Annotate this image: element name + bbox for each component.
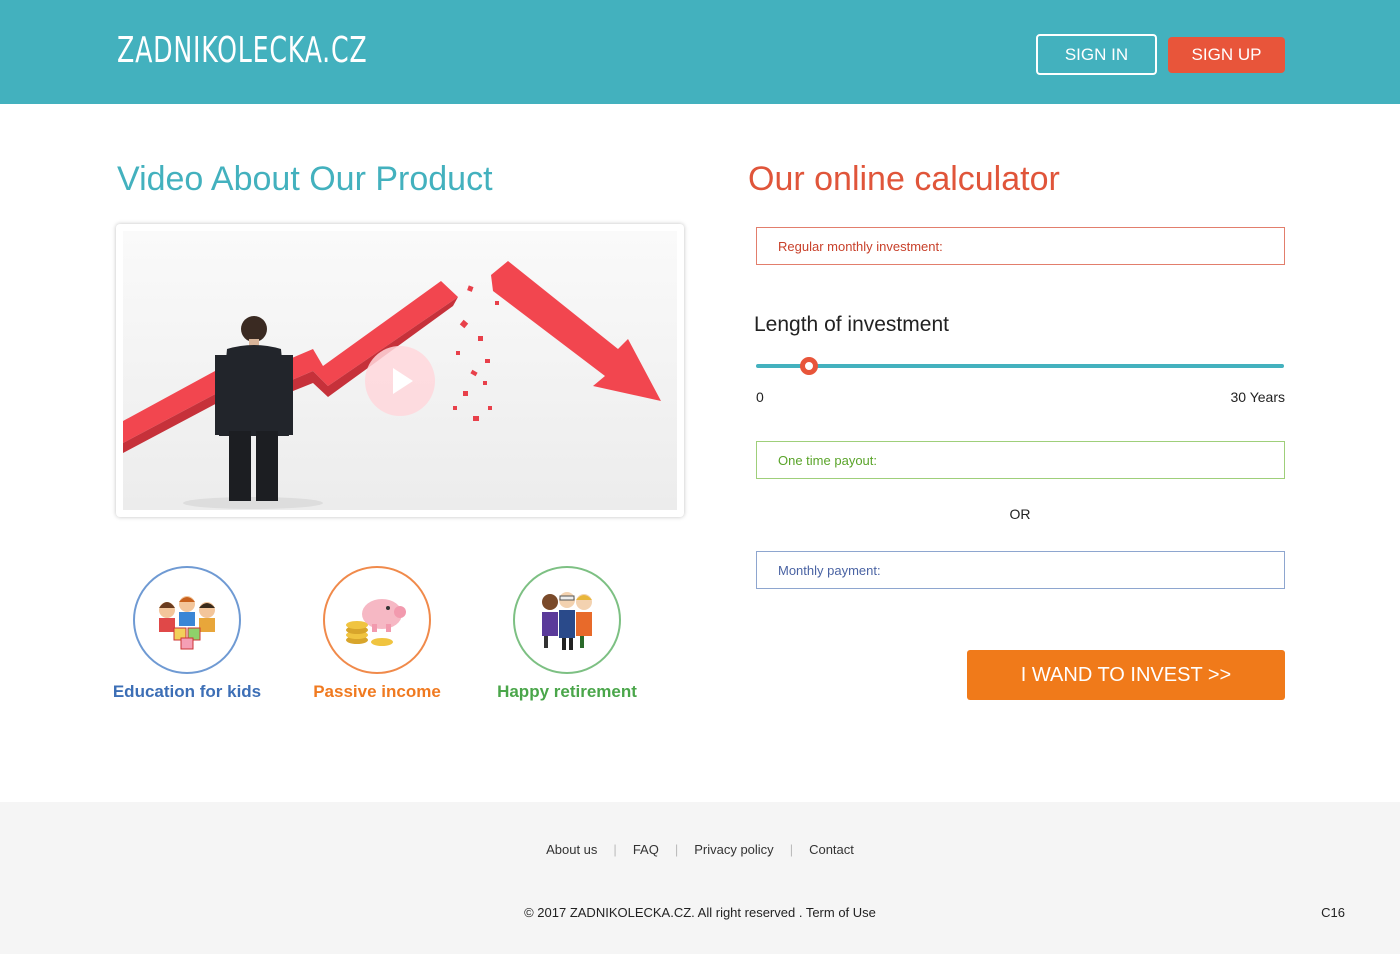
feature-education[interactable]: Education for kids [87,566,287,702]
slider-max-label: 30 Years [1230,389,1286,405]
sign-up-button[interactable]: SIGN UP [1168,37,1285,73]
site-header: ZADNIKOLECKA.CZ SIGN IN SIGN UP [0,0,1400,104]
video-thumbnail[interactable] [123,231,677,510]
build-code: C16 [1321,905,1345,920]
footer-nav: About us | FAQ | Privacy policy | Contac… [0,842,1400,857]
feature-circle [513,566,621,674]
feature-circle [323,566,431,674]
invest-button[interactable]: I WAND TO INVEST >> [967,650,1285,700]
play-button[interactable] [365,346,435,416]
kids-books-icon [159,596,215,650]
monthly-investment-input[interactable] [756,227,1285,265]
feature-label: Happy retirement [497,682,637,701]
video-section-title: Video About Our Product [117,160,493,198]
sign-in-button[interactable]: SIGN IN [1036,34,1157,75]
footer-link-faq[interactable]: FAQ [617,842,675,857]
feature-retirement[interactable]: Happy retirement [467,566,667,702]
businessman-figure [215,316,293,501]
copyright-text: © 2017 ZADNIKOLECKA.CZ. All right reserv… [524,905,876,920]
footer-link-about[interactable]: About us [530,842,613,857]
site-logo[interactable]: ZADNIKOLECKA.CZ [117,30,367,71]
slider-min-label: 0 [756,389,764,405]
feature-label: Education for kids [112,682,262,701]
video-player[interactable] [116,224,684,517]
feature-label: Passive income [313,682,441,701]
monthly-payment-input[interactable] [756,551,1285,589]
calculator-title: Our online calculator [748,160,1060,198]
investment-length-slider-handle[interactable] [799,357,818,375]
feature-circle [133,566,241,674]
footer-link-contact[interactable]: Contact [793,842,870,857]
footer-link-privacy[interactable]: Privacy policy [678,842,789,857]
investment-length-slider-track[interactable] [756,364,1284,368]
elderly-couple-icon [542,592,592,650]
length-of-investment-label: Length of investment [754,313,949,336]
piggy-bank-icon [346,599,406,646]
feature-passive-income[interactable]: Passive income [277,566,477,702]
or-separator: OR [1009,506,1031,522]
one-time-payout-input[interactable] [756,441,1285,479]
site-footer: About us | FAQ | Privacy policy | Contac… [0,802,1400,954]
